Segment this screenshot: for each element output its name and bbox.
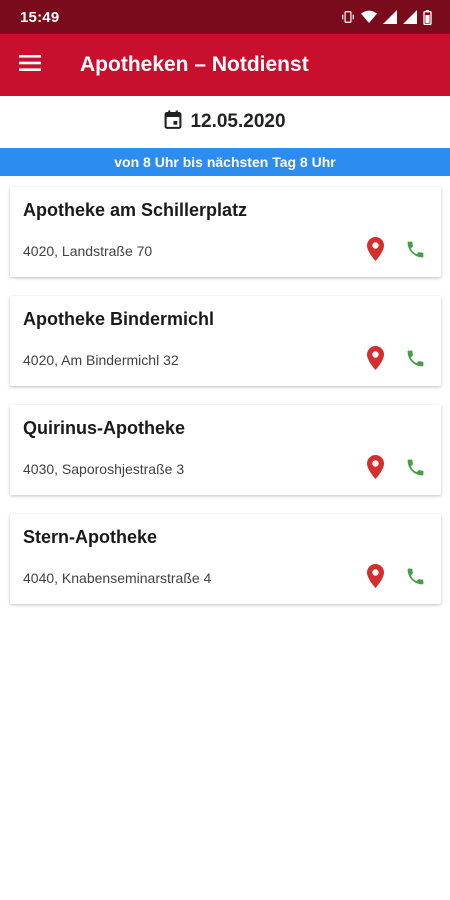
status-bar: 15:49 — [0, 0, 450, 34]
pharmacy-name: Quirinus-Apotheke — [23, 418, 186, 438]
map-pin-icon[interactable] — [363, 237, 387, 261]
signal-icon — [383, 10, 397, 24]
pharmacy-card[interactable]: Stern-Apotheke 4040, Knabenseminarstraße… — [10, 514, 441, 604]
pharmacy-name: Apotheke Bindermichl — [23, 309, 215, 329]
pharmacy-list: Apotheke am Schillerplatz 4020, Landstra… — [10, 187, 441, 623]
pharmacy-card[interactable]: Apotheke am Schillerplatz 4020, Landstra… — [10, 187, 441, 277]
status-icons — [341, 9, 432, 25]
card-actions — [363, 346, 427, 370]
battery-icon — [423, 9, 432, 25]
app-bar: Apotheken – Notdienst — [0, 34, 450, 96]
pharmacy-card[interactable]: Quirinus-Apotheke 4030, Saporoshjestraße… — [10, 405, 441, 495]
menu-button[interactable] — [0, 34, 60, 96]
wifi-icon — [361, 10, 377, 24]
hamburger-menu-icon — [19, 54, 41, 77]
card-actions — [363, 455, 427, 479]
calendar-icon — [164, 110, 182, 134]
pharmacy-card[interactable]: Apotheke Bindermichl 4020, Am Bindermich… — [10, 296, 441, 386]
pharmacy-address: 4020, Am Bindermichl 32 — [23, 352, 179, 368]
pharmacy-name: Apotheke am Schillerplatz — [23, 200, 248, 220]
signal-icon — [403, 10, 417, 24]
date-value: 12.05.2020 — [190, 111, 286, 132]
card-actions — [363, 564, 427, 588]
pharmacy-address: 4020, Landstraße 70 — [23, 243, 153, 259]
hours-banner: von 8 Uhr bis nächsten Tag 8 Uhr — [0, 148, 450, 176]
phone-icon[interactable] — [403, 564, 427, 588]
status-time: 15:49 — [20, 8, 60, 26]
phone-icon[interactable] — [403, 346, 427, 370]
phone-icon[interactable] — [403, 455, 427, 479]
date-selector[interactable]: 12.05.2020 — [0, 96, 450, 148]
map-pin-icon[interactable] — [363, 346, 387, 370]
card-actions — [363, 237, 427, 261]
map-pin-icon[interactable] — [363, 455, 387, 479]
pharmacy-address: 4040, Knabenseminarstraße 4 — [23, 570, 212, 586]
map-pin-icon[interactable] — [363, 564, 387, 588]
page-title: Apotheken – Notdienst — [80, 53, 309, 76]
pharmacy-name: Stern-Apotheke — [23, 527, 158, 547]
phone-icon[interactable] — [403, 237, 427, 261]
pharmacy-address: 4030, Saporoshjestraße 3 — [23, 461, 185, 477]
vibrate-icon — [341, 10, 355, 24]
